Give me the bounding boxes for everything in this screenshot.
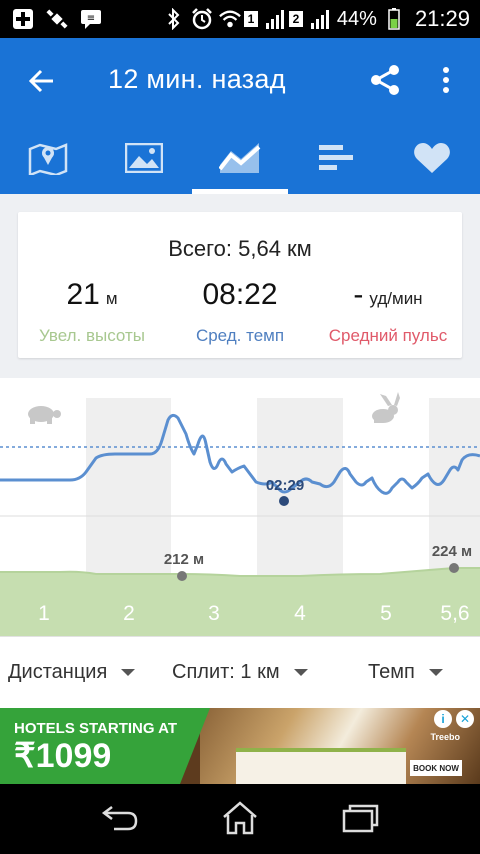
distance-dropdown[interactable]: Дистанция bbox=[8, 661, 136, 684]
pace-value: 08:22 bbox=[202, 278, 278, 311]
status-time: 21:29 bbox=[414, 6, 470, 31]
elevation-value: 21 bbox=[66, 278, 100, 311]
page-title: 12 мин. назад bbox=[108, 64, 286, 94]
overflow-menu-button[interactable] bbox=[432, 62, 460, 98]
arrow-back-icon bbox=[28, 69, 53, 93]
elevation-min-marker[interactable] bbox=[177, 571, 187, 581]
chevron-down-icon bbox=[428, 669, 443, 676]
pace-label: Сред. темп bbox=[195, 326, 285, 345]
nav-home-button[interactable] bbox=[216, 798, 264, 838]
alarm-icon bbox=[191, 8, 213, 30]
summary-card: Всего: 5,64 км 21 м 08:22 - уд/мин Увел. в… bbox=[18, 212, 462, 358]
elevation-unit: м bbox=[105, 289, 118, 308]
heart-icon bbox=[414, 143, 450, 173]
sim2-badge: 2 bbox=[288, 11, 303, 27]
elevation-stat: 21 м bbox=[18, 278, 166, 312]
hr-unit: уд/мин bbox=[369, 289, 423, 308]
share-button[interactable] bbox=[368, 62, 402, 98]
elevation-area bbox=[0, 568, 480, 636]
split-dropdown-label: Сплит: 1 км bbox=[172, 661, 280, 683]
min-pace-label: 02:29 bbox=[266, 477, 304, 494]
ad-info-icon[interactable]: i bbox=[434, 710, 452, 728]
system-nav-bar bbox=[0, 784, 480, 854]
home-icon bbox=[223, 801, 257, 835]
ad-brand: Treebo bbox=[430, 732, 460, 742]
elevation-max-label: 224 м bbox=[432, 543, 472, 560]
satellite-icon bbox=[46, 8, 68, 30]
elevation-label: Увел. высоты bbox=[39, 326, 145, 345]
bluetooth-icon bbox=[163, 8, 185, 30]
ad-choices[interactable]: i ✕ bbox=[434, 710, 474, 728]
ad-price: ₹1099 bbox=[14, 737, 112, 775]
back-button[interactable] bbox=[24, 64, 58, 98]
more-vert-icon bbox=[443, 67, 449, 93]
ad-headline: HOTELS STARTING AT bbox=[14, 720, 178, 737]
distance-dropdown-label: Дистанция bbox=[8, 661, 108, 683]
add-notification-icon bbox=[12, 8, 34, 30]
share-icon bbox=[371, 65, 399, 95]
chart-svg: 02:29 212 м 224 м 1 2 3 4 5 5,6 bbox=[0, 392, 480, 636]
tab-map[interactable] bbox=[0, 122, 96, 194]
elevation-min-label: 212 м bbox=[164, 551, 204, 568]
total-distance: Всего: 5,64 км bbox=[168, 236, 312, 261]
pace-stat: 08:22 bbox=[166, 278, 314, 312]
chevron-down-icon bbox=[293, 669, 308, 676]
hr-value: - bbox=[353, 278, 364, 311]
signal-icon-2 bbox=[309, 8, 331, 30]
tab-photos[interactable] bbox=[96, 122, 192, 194]
pace-dropdown-label: Темп bbox=[368, 661, 415, 683]
hr-stat: - уд/мин bbox=[314, 278, 462, 312]
battery-icon bbox=[383, 8, 405, 30]
elevation-max-marker[interactable] bbox=[449, 563, 459, 573]
map-icon bbox=[28, 143, 68, 175]
image-icon bbox=[125, 143, 163, 173]
bars-icon bbox=[319, 145, 353, 170]
chart-icon bbox=[219, 143, 261, 173]
nav-back-button[interactable] bbox=[96, 798, 144, 838]
ad-bed-image bbox=[236, 748, 406, 784]
pace-dropdown[interactable]: Темп bbox=[368, 661, 443, 684]
tab-splits[interactable] bbox=[288, 122, 384, 194]
ad-banner[interactable]: HOTELS STARTING AT ₹1099 Treebo BOOK NOW… bbox=[0, 708, 480, 784]
signal-icon-1 bbox=[264, 8, 286, 30]
km-label-1: 1 bbox=[38, 602, 50, 625]
pace-elevation-chart[interactable]: 02:29 212 м 224 м 1 2 3 4 5 5,6 bbox=[0, 378, 480, 636]
hr-label: Средний пульс bbox=[328, 326, 448, 345]
back-nav-icon bbox=[101, 806, 138, 831]
min-pace-marker[interactable] bbox=[279, 496, 289, 506]
chevron-down-icon bbox=[121, 669, 136, 676]
sim1-badge: 1 bbox=[243, 11, 258, 27]
km-label-5: 5 bbox=[380, 602, 392, 625]
km-label-2: 2 bbox=[123, 602, 135, 625]
tab-heart[interactable] bbox=[384, 122, 480, 194]
battery-percent: 44% bbox=[336, 7, 377, 30]
ad-close-icon[interactable]: ✕ bbox=[456, 710, 474, 728]
tab-bar bbox=[0, 122, 480, 194]
km-label-4: 4 bbox=[294, 602, 306, 625]
svg-text:≡: ≡ bbox=[87, 13, 95, 24]
app-bar: 12 мин. назад bbox=[0, 38, 480, 194]
recents-icon bbox=[342, 804, 379, 833]
tab-charts[interactable] bbox=[192, 122, 288, 194]
chart-filters: Дистанция Сплит: 1 км Темп bbox=[0, 636, 480, 708]
wifi-icon bbox=[219, 8, 241, 30]
ad-book-now-button[interactable]: BOOK NOW bbox=[410, 760, 462, 776]
km-label-3: 3 bbox=[208, 602, 220, 625]
split-dropdown[interactable]: Сплит: 1 км bbox=[172, 661, 308, 684]
message-icon: ≡ bbox=[80, 8, 102, 30]
status-bar: ≡ 1 2 44% 21:29 bbox=[0, 0, 480, 38]
nav-recents-button[interactable] bbox=[336, 798, 384, 838]
km-label-6: 5,6 bbox=[440, 602, 469, 625]
